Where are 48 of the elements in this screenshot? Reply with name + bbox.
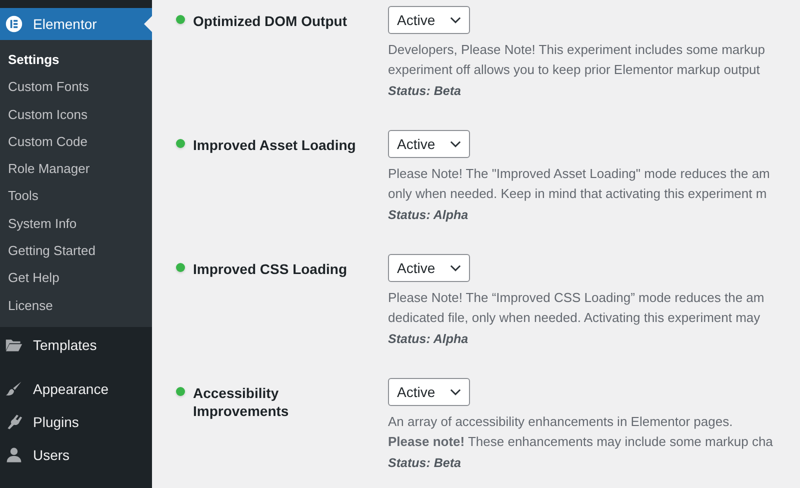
experiment-title: Improved Asset Loading [193,136,357,154]
user-icon [5,446,23,464]
state-select[interactable]: Active [388,130,470,158]
description-text: experiment off allows you to keep prior Elementor markup output [388,61,761,79]
submenu-item[interactable]: Custom Fonts [0,73,152,101]
description-text: Please Note! The "Improved Asset Loading" mode reduces the am [388,165,771,183]
description-text: Please Note! The “Improved CSS Loading” mode reduces the am [388,289,766,307]
status-text: Status: Alpha [388,208,470,222]
state-select[interactable]: Active [388,254,470,282]
status-dot [176,139,185,148]
chevron-icon [450,16,461,24]
status-dot [176,387,185,396]
submenu-item[interactable]: Custom Icons [0,100,152,128]
elementor-icon [5,15,23,33]
chevron-icon [450,388,461,396]
status-text: Status: Beta [388,456,462,470]
menu-item[interactable]: Appearance [0,372,152,406]
menu-item[interactable]: Templates [0,328,152,362]
experiment-title: Accessibility Improvements [193,384,290,420]
submenu-item[interactable]: Custom Code [0,128,152,156]
experiment-title: Improved CSS Loading [193,260,348,278]
state-select[interactable]: Active [388,378,470,406]
status-dot [176,263,185,272]
menu-item[interactable]: Elementor [0,8,152,40]
chevron-icon [450,264,461,272]
description-text: An array of accessibility enhancements in Elementor pages. [388,413,734,431]
submenu-item[interactable]: Tools [0,182,152,210]
brush-icon [5,380,23,398]
description-text: only when needed. Keep in mind that activating this experiment m [388,185,768,203]
status-text: Status: Beta [388,84,462,98]
menu-item[interactable]: Plugins [0,406,152,439]
description-text: Developers, Please Note! This experiment includes some markup [388,41,766,59]
status-text: Status: Alpha [388,332,470,346]
submenu-item[interactable]: System Info [0,210,152,238]
submenu-item[interactable]: Role Manager [0,155,152,182]
submenu-item[interactable]: Getting Started [0,237,152,264]
pointer-icon [144,16,152,32]
experiment-title: Optimized DOM Output [193,12,348,30]
description-text: Please note! These enhancements may include some markup cha [388,433,774,451]
submenu-item[interactable]: Get Help [0,264,152,292]
status-dot [176,15,185,24]
submenu-item[interactable]: License [0,292,152,319]
chevron-icon [450,140,461,148]
state-select[interactable]: Active [388,6,470,34]
submenu-item[interactable]: Settings [0,46,152,74]
plug-icon [5,413,23,432]
menu-item[interactable]: Users [0,438,152,472]
description-text: dedicated file, only when needed. Activating this experiment may [388,309,762,327]
